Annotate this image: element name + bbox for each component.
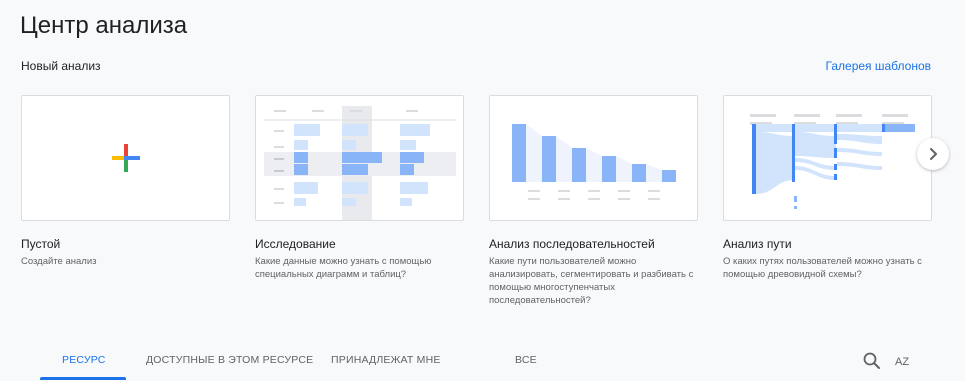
table-preview-icon bbox=[264, 106, 456, 220]
card-blank[interactable]: Пустой Создайте анализ bbox=[21, 95, 230, 268]
card-free-form[interactable]: Исследование Какие данные можно узнать с… bbox=[255, 95, 464, 281]
active-tab-indicator bbox=[40, 377, 126, 380]
card-path[interactable]: Анализ пути О каких путях пользователей … bbox=[723, 95, 932, 281]
path-preview-icon bbox=[750, 114, 915, 209]
card-title: Анализ пути bbox=[723, 237, 792, 251]
tab-owned-by-me[interactable]: Принадлежат мне bbox=[331, 354, 441, 366]
card-title: Анализ последовательностей bbox=[489, 237, 655, 251]
sort-az-icon: AZ bbox=[895, 356, 910, 368]
card-description: Какие пути пользователей можно анализиро… bbox=[489, 256, 694, 306]
card-description: О каких путях пользователей можно узнать… bbox=[723, 256, 922, 280]
carousel-next-button[interactable] bbox=[917, 138, 949, 170]
tab-property[interactable]: Ресурс bbox=[62, 354, 106, 366]
card-funnel[interactable]: Анализ последовательностей Какие пути по… bbox=[489, 95, 698, 307]
tab-all[interactable]: Все bbox=[515, 354, 537, 366]
card-free-form-thumbnail[interactable] bbox=[255, 95, 464, 221]
card-description: Создайте анализ bbox=[21, 256, 97, 267]
page-title: Центр анализа bbox=[20, 12, 188, 39]
funnel-preview-icon bbox=[512, 124, 676, 200]
analysis-tabs: Ресурс Доступные в этом ресурсе Принадле… bbox=[0, 340, 965, 381]
sort-button[interactable]: AZ bbox=[895, 352, 917, 374]
card-description: Какие данные можно узнать с помощью спец… bbox=[255, 256, 432, 280]
card-funnel-thumbnail[interactable] bbox=[489, 95, 698, 221]
tab-shared-in-property[interactable]: Доступные в этом ресурсе bbox=[146, 354, 313, 366]
plus-icon bbox=[112, 144, 140, 172]
search-button[interactable] bbox=[861, 350, 883, 372]
card-path-thumbnail[interactable] bbox=[723, 95, 932, 221]
search-icon bbox=[863, 352, 880, 369]
new-analysis-label: Новый анализ bbox=[21, 59, 101, 73]
card-title: Исследование bbox=[255, 237, 336, 251]
card-blank-thumbnail[interactable] bbox=[21, 95, 230, 221]
chevron-right-icon bbox=[930, 148, 937, 160]
card-title: Пустой bbox=[21, 237, 61, 251]
template-gallery-link[interactable]: Галерея шаблонов bbox=[826, 59, 931, 73]
